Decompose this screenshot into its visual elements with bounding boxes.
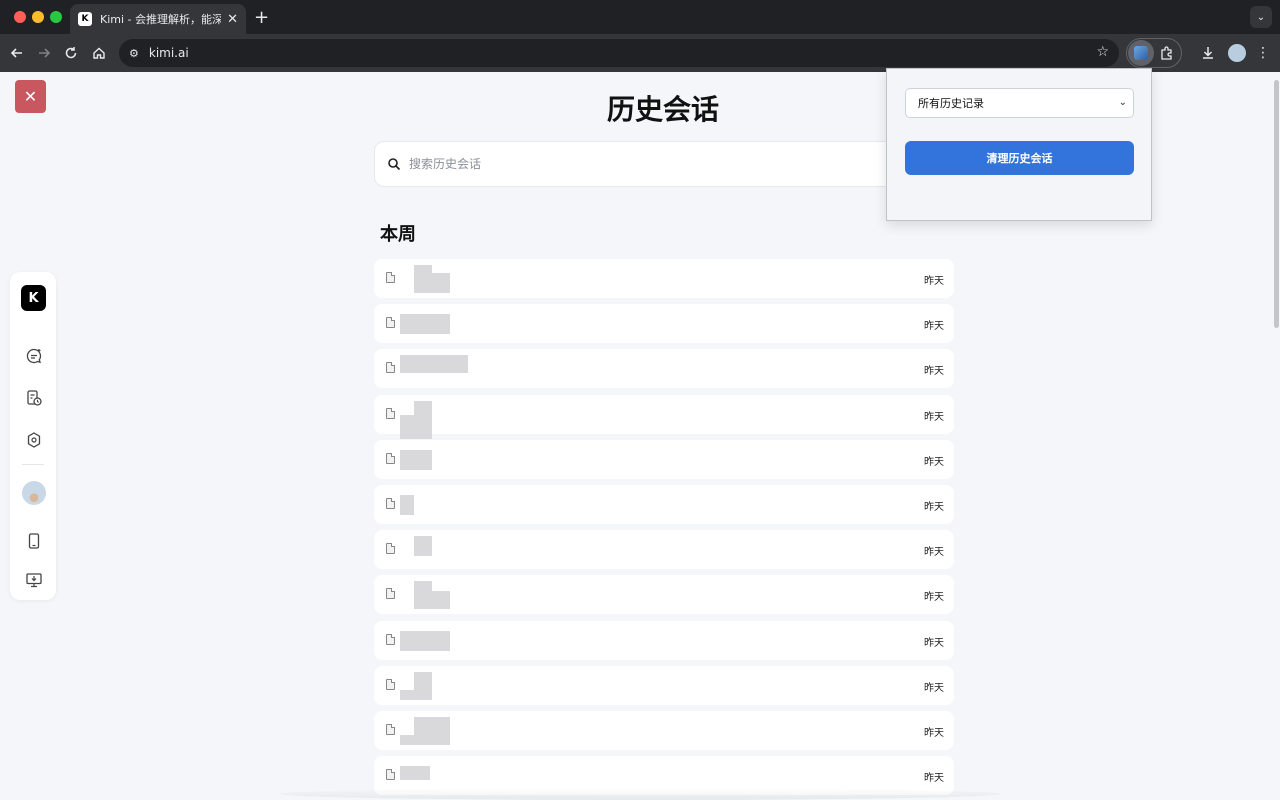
history-row[interactable]: 昨天 [374,711,954,750]
history-row[interactable]: 昨天 [374,665,954,705]
row-time: 昨天 [924,773,944,785]
home-icon[interactable] [90,44,108,62]
document-icon [386,317,395,329]
page-title: 历史会话 [606,93,719,126]
history-cleaner-popup: 所有历史记录 ⌄ 清理历史会话 [886,68,1152,221]
new-chat-icon[interactable] [23,345,44,366]
redacted-title [400,310,568,337]
tab-title: Kimi - 会推理解析，能深度思考 [100,13,222,26]
history-range-select[interactable]: 所有历史记录 ⌄ [905,88,1134,118]
tab-search-chevron-icon[interactable]: ⌄ [1250,6,1272,28]
kimi-sidebar: K [10,272,56,600]
document-icon [386,498,395,509]
chrome-menu-icon[interactable]: ⋮ [1254,44,1272,62]
history-row[interactable]: 昨天 [374,439,954,479]
document-icon [386,362,395,374]
kimi-favicon-icon: K [78,12,92,26]
row-time: 昨天 [924,637,944,649]
history-cleaner-extension-icon[interactable] [1128,40,1154,66]
extensions-puzzle-icon[interactable] [1158,44,1176,62]
reload-icon[interactable] [62,44,80,62]
window-zoom-dot[interactable] [50,11,62,23]
history-row[interactable]: 昨天 [374,349,954,389]
url-text: kimi.ai [148,46,189,60]
close-history-button[interactable]: ✕ [15,80,46,113]
chevron-down-icon: ⌄ [1118,97,1127,108]
back-icon[interactable] [8,44,26,62]
bookmark-star-icon[interactable]: ☆ [1096,44,1109,60]
row-time: 昨天 [924,321,944,333]
browser-tab[interactable]: K Kimi - 会推理解析，能深度思考 ✕ [70,4,246,34]
redacted-title [400,400,568,439]
redacted-title [400,491,568,518]
history-row[interactable]: 昨天 [374,304,954,344]
section-heading: 本周 [380,224,416,245]
search-icon [388,158,401,171]
document-icon [386,272,395,283]
row-time: 昨天 [924,502,944,513]
document-icon [386,407,395,419]
history-range-selected: 所有历史记录 [918,97,984,110]
search-box[interactable] [374,141,954,187]
redacted-title [400,265,568,293]
history-row[interactable]: 昨天 [374,485,954,524]
profile-avatar[interactable] [1228,44,1246,62]
scrollbar-thumb[interactable] [1274,80,1279,328]
new-tab-icon[interactable]: + [254,7,269,28]
kimi-logo-icon[interactable]: K [21,285,46,311]
user-avatar[interactable] [22,481,46,505]
document-icon [386,769,395,781]
browser-toolbar: ⚙ kimi.ai ☆ ⋮ [0,34,1280,72]
address-bar[interactable]: ⚙ kimi.ai ☆ [119,39,1119,67]
document-icon [386,724,395,735]
row-time: 昨天 [924,366,944,378]
explore-icon[interactable] [23,429,44,450]
row-time: 昨天 [924,547,944,559]
search-input[interactable] [409,157,889,171]
history-icon[interactable] [23,387,44,408]
redacted-title [400,536,568,563]
window-close-dot[interactable] [14,11,26,23]
window-minimize-dot[interactable] [32,11,44,23]
forward-icon[interactable] [35,44,53,62]
redacted-title [400,627,568,654]
history-row[interactable]: 昨天 [374,394,954,439]
browser-tab-bar: K Kimi - 会推理解析，能深度思考 ✕ + ⌄ [0,0,1280,34]
row-time: 昨天 [924,728,944,739]
bottom-fade [280,788,1000,800]
extension-logo-icon [1134,46,1148,60]
row-time: 昨天 [924,411,944,423]
row-time: 昨天 [924,592,944,604]
redacted-title [400,717,568,745]
document-icon [386,678,395,690]
downloads-icon[interactable] [1199,44,1217,62]
redacted-title [400,581,568,610]
document-icon [386,633,395,645]
history-row[interactable]: 昨天 [374,620,954,660]
redacted-title [400,446,568,473]
history-row[interactable]: 昨天 [374,530,954,570]
row-time: 昨天 [924,456,944,468]
clear-history-button[interactable]: 清理历史会话 [905,141,1134,175]
document-icon [386,543,395,555]
desktop-download-icon[interactable] [23,569,44,590]
history-row[interactable]: 昨天 [374,575,954,615]
row-time: 昨天 [924,276,944,287]
document-icon [386,452,395,464]
mobile-icon[interactable] [23,530,44,551]
redacted-title [400,355,568,382]
sidebar-divider [22,464,44,465]
redacted-title [400,762,568,789]
site-settings-icon[interactable]: ⚙ [129,47,139,60]
redacted-title [400,671,568,700]
document-icon [386,588,395,600]
row-time: 昨天 [924,682,944,694]
history-row[interactable]: 昨天 [374,259,954,298]
tab-close-icon[interactable]: ✕ [227,12,238,27]
